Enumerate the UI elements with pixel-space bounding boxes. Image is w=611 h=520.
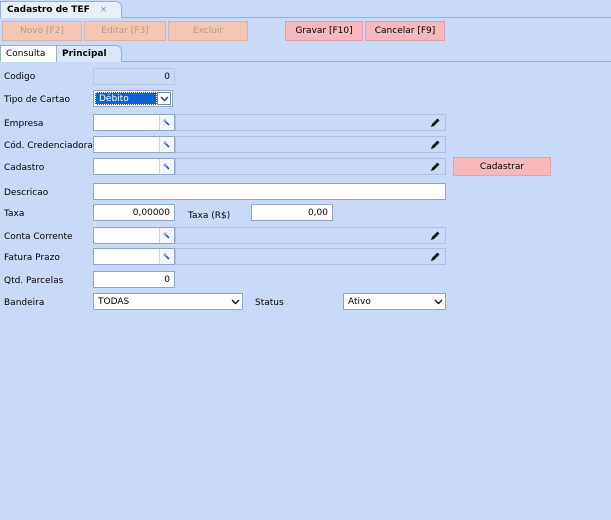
codigo-field: 0 xyxy=(93,68,175,85)
qtd-parcelas-value: 0 xyxy=(164,274,170,285)
cancelar-button[interactable]: Cancelar [F9] xyxy=(365,21,445,41)
tab-consulta[interactable]: Consulta xyxy=(0,45,58,62)
codigo-label: Codigo xyxy=(4,72,36,82)
cod-credenciadora-label: Cód. Credenciadora xyxy=(4,141,93,151)
chevron-down-icon[interactable] xyxy=(157,92,171,105)
cod-credenciadora-input[interactable] xyxy=(93,136,175,153)
pencil-icon[interactable] xyxy=(429,161,441,173)
tipo-cartao-value: Débito xyxy=(95,92,157,105)
conta-corrente-input[interactable] xyxy=(93,227,175,244)
pencil-icon[interactable] xyxy=(429,230,441,242)
descricao-input[interactable] xyxy=(93,183,446,200)
lookup-icon[interactable] xyxy=(159,228,174,243)
taxa-input[interactable]: 0,00000 xyxy=(93,204,175,221)
close-icon[interactable]: × xyxy=(100,5,108,15)
excluir-button[interactable]: Excluir xyxy=(168,21,248,41)
tipo-cartao-label: Tipo de Cartao xyxy=(4,95,70,105)
status-select[interactable]: Ativo xyxy=(343,293,446,310)
document-tab-cadastro-tef[interactable]: Cadastro de TEF × xyxy=(0,1,122,18)
tipo-cartao-select[interactable]: Débito xyxy=(93,90,173,107)
novo-button[interactable]: Novo [F2] xyxy=(2,21,82,41)
lookup-icon[interactable] xyxy=(159,115,174,130)
lookup-icon[interactable] xyxy=(159,159,174,174)
pencil-icon[interactable] xyxy=(429,251,441,263)
descricao-label: Descricao xyxy=(4,188,49,198)
bandeira-label: Bandeira xyxy=(4,298,45,308)
tab-principal[interactable]: Principal xyxy=(56,45,122,62)
taxa-rs-label: Taxa (R$) xyxy=(188,211,231,221)
fatura-prazo-description xyxy=(175,248,446,265)
empresa-input[interactable] xyxy=(93,114,175,131)
cod-credenciadora-description xyxy=(175,136,446,153)
taxa-rs-value: 0,00 xyxy=(307,207,328,218)
editar-button[interactable]: Editar [F3] xyxy=(84,21,166,41)
conta-corrente-label: Conta Corrente xyxy=(4,232,73,242)
chevron-down-icon[interactable] xyxy=(431,294,445,309)
status-label: Status xyxy=(255,298,284,308)
chevron-down-icon[interactable] xyxy=(228,294,242,309)
status-value: Ativo xyxy=(348,296,371,307)
fatura-prazo-input[interactable] xyxy=(93,248,175,265)
taxa-label: Taxa xyxy=(4,209,25,219)
bandeira-select[interactable]: TODAS xyxy=(93,293,243,310)
toolbar: Novo [F2] Editar [F3] Excluir Gravar [F1… xyxy=(0,20,611,42)
cadastrar-button[interactable]: Cadastrar xyxy=(453,157,551,176)
cadastro-description xyxy=(175,158,446,175)
pencil-icon[interactable] xyxy=(429,139,441,151)
conta-corrente-description xyxy=(175,227,446,244)
pencil-icon[interactable] xyxy=(429,117,441,129)
taxa-value: 0,00000 xyxy=(132,207,170,218)
document-tab-title: Cadastro de TEF xyxy=(7,5,90,15)
lookup-icon[interactable] xyxy=(159,249,174,264)
document-tabstrip: Cadastro de TEF × xyxy=(0,0,611,18)
taxa-rs-input[interactable]: 0,00 xyxy=(251,204,333,221)
gravar-button[interactable]: Gravar [F10] xyxy=(285,21,363,41)
empresa-label: Empresa xyxy=(4,119,44,129)
codigo-value: 0 xyxy=(164,71,170,82)
cadastro-label: Cadastro xyxy=(4,163,45,173)
qtd-parcelas-input[interactable]: 0 xyxy=(93,271,175,288)
bandeira-value: TODAS xyxy=(98,296,130,307)
lookup-icon[interactable] xyxy=(159,137,174,152)
empresa-description xyxy=(175,114,446,131)
form-tabs: Consulta Principal xyxy=(0,44,611,62)
fatura-prazo-label: Fatura Prazo xyxy=(4,253,60,263)
cadastro-input[interactable] xyxy=(93,158,175,175)
qtd-parcelas-label: Qtd. Parcelas xyxy=(4,276,64,286)
